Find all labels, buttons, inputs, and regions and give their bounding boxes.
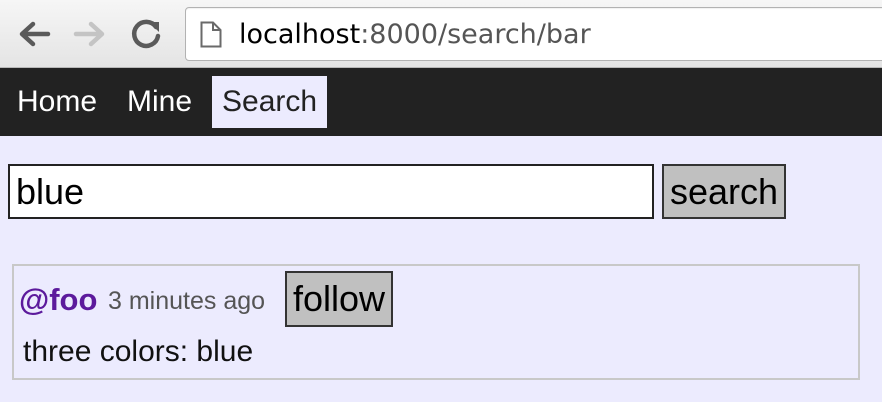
forward-arrow-icon[interactable] bbox=[70, 14, 110, 54]
address-bar[interactable]: localhost:8000/search/bar bbox=[185, 7, 882, 61]
url-path: :8000/search/bar bbox=[360, 19, 591, 50]
site-nav-bar: Home Mine Search bbox=[0, 68, 882, 136]
user-handle-link[interactable]: @foo bbox=[19, 280, 97, 320]
timestamp: 3 minutes ago bbox=[108, 287, 266, 315]
browser-toolbar: localhost:8000/search/bar bbox=[0, 0, 882, 68]
result-item: @foo 3 minutes ago follow three colors: … bbox=[12, 264, 860, 380]
reload-icon[interactable] bbox=[126, 14, 166, 54]
follow-button[interactable]: follow bbox=[285, 271, 393, 327]
url-host: localhost bbox=[239, 19, 361, 50]
nav-item-mine[interactable]: Mine bbox=[117, 76, 202, 128]
url-text: localhost:8000/search/bar bbox=[239, 19, 591, 51]
nav-item-home[interactable]: Home bbox=[7, 76, 107, 128]
search-input[interactable] bbox=[8, 164, 654, 219]
message-text: three colors: blue bbox=[23, 335, 254, 368]
search-button[interactable]: search bbox=[662, 164, 786, 219]
back-arrow-icon[interactable] bbox=[14, 14, 54, 54]
document-icon bbox=[200, 21, 222, 48]
nav-item-search[interactable]: Search bbox=[212, 76, 328, 128]
